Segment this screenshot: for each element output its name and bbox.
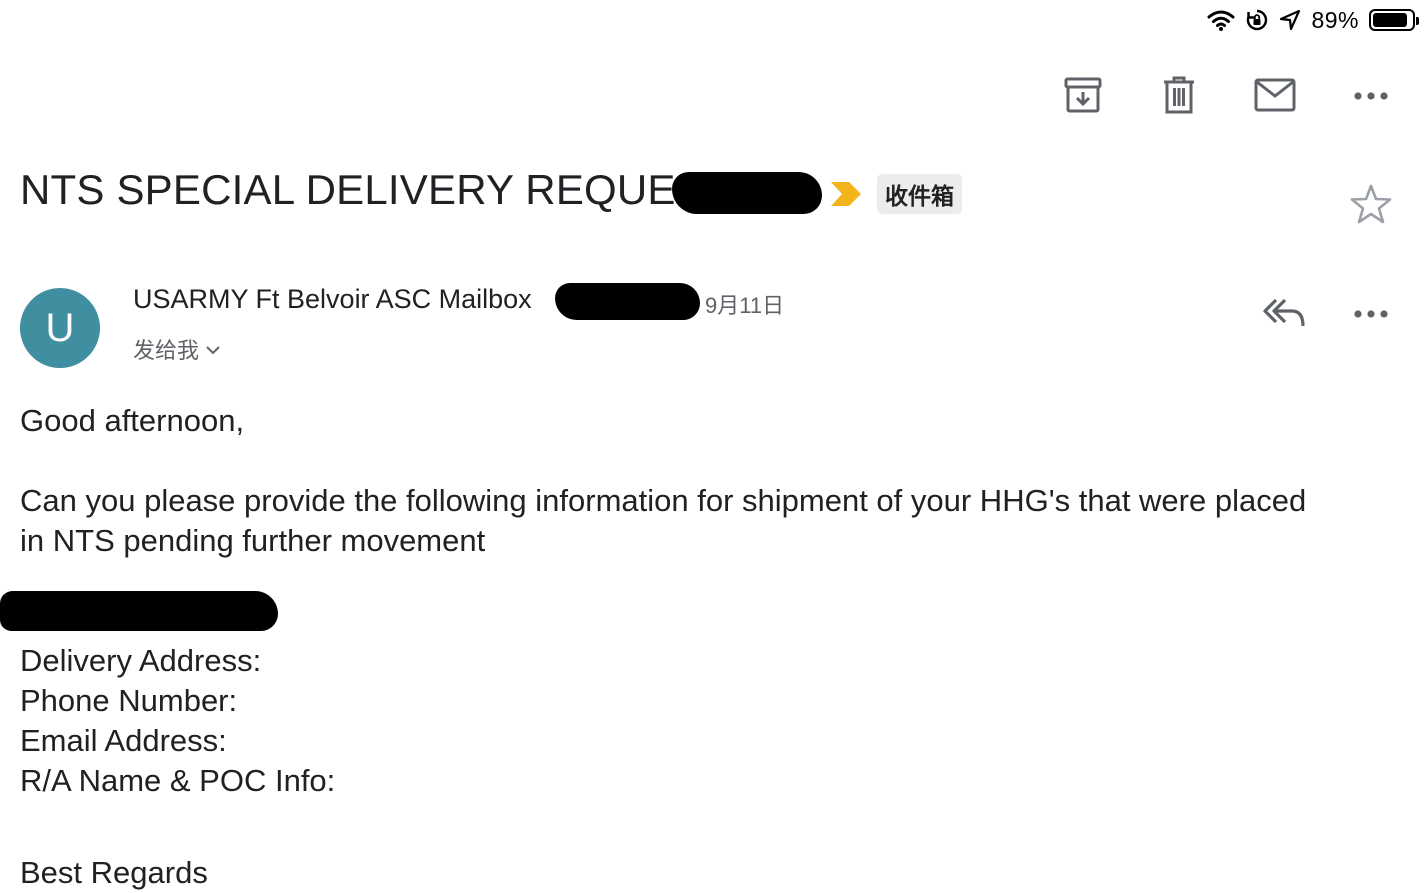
avatar-letter: U <box>45 305 75 350</box>
recipient-toggle[interactable]: 发给我 <box>133 333 221 365</box>
redaction-mark <box>0 591 278 631</box>
email-date: 9月11日 <box>705 293 785 318</box>
redacted-line <box>0 591 1320 641</box>
email-body: Good afternoon, Can you please provide t… <box>0 401 1320 893</box>
redaction-mark <box>672 172 822 214</box>
reply-all-icon[interactable] <box>1262 292 1306 337</box>
trash-icon <box>1161 75 1197 120</box>
star-icon[interactable] <box>1350 183 1392 230</box>
field-phone-number: Phone Number: <box>20 683 238 718</box>
field-email-address: Email Address: <box>20 723 227 758</box>
orientation-lock-icon <box>1245 8 1269 32</box>
sender-avatar: U <box>20 288 100 368</box>
location-icon <box>1279 9 1301 31</box>
battery-fill <box>1373 13 1407 27</box>
battery-icon <box>1369 9 1419 31</box>
redaction-mark <box>555 283 700 320</box>
field-ra-name-poc: R/A Name & POC Info: <box>20 763 336 798</box>
wifi-icon <box>1207 9 1235 31</box>
archive-button[interactable] <box>1062 76 1104 118</box>
more-horizontal-icon <box>1353 88 1389 106</box>
battery-nub <box>1416 17 1419 25</box>
archive-icon <box>1064 76 1102 119</box>
important-marker-icon[interactable] <box>829 180 863 213</box>
email-subject: NTS SPECIAL DELIVERY REQUEST <box>20 166 730 213</box>
field-delivery-address: Delivery Address: <box>20 643 262 678</box>
delete-button[interactable] <box>1158 76 1200 118</box>
status-bar: 89% <box>1207 6 1419 34</box>
inbox-label-chip[interactable]: 收件箱 <box>877 174 962 214</box>
battery-percent: 89% <box>1311 6 1359 33</box>
body-paragraph: Can you please provide the following inf… <box>20 483 1307 558</box>
recipient-label: 发给我 <box>133 338 200 363</box>
body-greeting: Good afternoon, <box>20 403 245 438</box>
chevron-down-icon <box>205 336 221 362</box>
sender-name[interactable]: USARMY Ft Belvoir ASC Mailbox <box>133 284 532 315</box>
body-closing: Best Regards <box>20 855 208 890</box>
more-options-button[interactable] <box>1350 76 1392 118</box>
mark-unread-button[interactable] <box>1254 76 1296 118</box>
message-more-icon[interactable] <box>1353 306 1389 324</box>
mail-icon <box>1254 78 1296 117</box>
